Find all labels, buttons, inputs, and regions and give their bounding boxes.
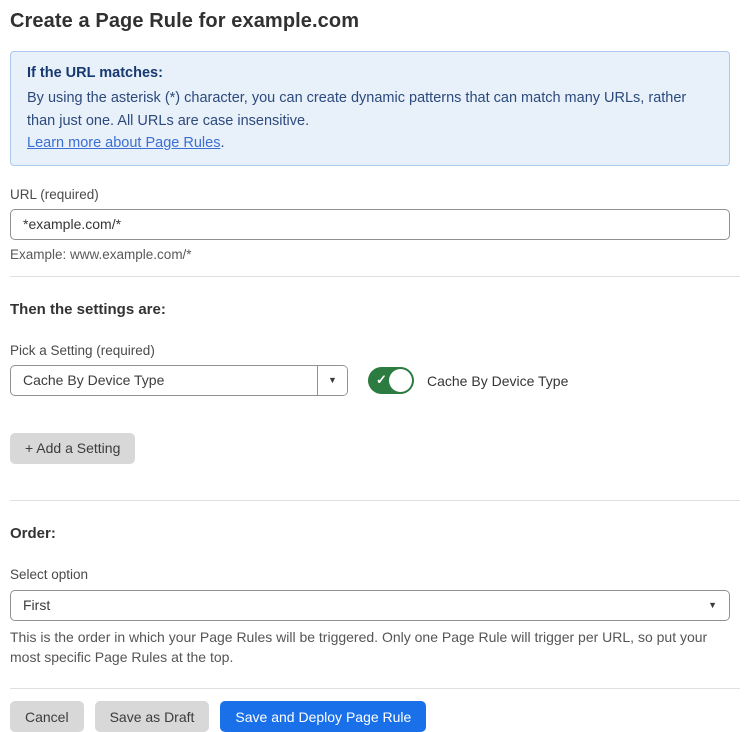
divider (10, 688, 740, 689)
learn-more-link[interactable]: Learn more about Page Rules (27, 135, 220, 151)
setting-select-arrow-button[interactable]: ▼ (317, 366, 347, 395)
page-rule-form: Create a Page Rule for example.com If th… (0, 0, 750, 732)
page-title: Create a Page Rule for example.com (10, 10, 740, 33)
setting-select[interactable]: Cache By Device Type ▼ (10, 365, 348, 396)
toggle-knob (389, 369, 412, 392)
order-select[interactable]: First ▼ (10, 590, 730, 621)
toggle-label: Cache By Device Type (427, 373, 568, 389)
add-setting-button[interactable]: + Add a Setting (10, 433, 135, 464)
info-box-body: By using the asterisk (*) character, you… (27, 87, 713, 133)
cache-by-device-toggle[interactable]: ✓ (368, 367, 414, 394)
order-section-heading: Order: (10, 525, 740, 542)
save-draft-button[interactable]: Save as Draft (95, 701, 210, 732)
setting-select-value: Cache By Device Type (11, 366, 317, 395)
check-icon: ✓ (376, 374, 387, 387)
setting-row: Cache By Device Type ▼ ✓ Cache By Device… (10, 365, 740, 396)
cancel-button[interactable]: Cancel (10, 701, 84, 732)
pick-setting-label: Pick a Setting (required) (10, 343, 740, 358)
order-select-label: Select option (10, 567, 740, 582)
info-box-heading: If the URL matches: (27, 65, 713, 81)
settings-section-heading: Then the settings are: (10, 301, 740, 318)
chevron-down-icon: ▼ (328, 375, 337, 385)
url-match-info-box: If the URL matches: By using the asteris… (10, 51, 730, 166)
chevron-down-icon: ▼ (708, 600, 729, 610)
footer-buttons: Cancel Save as Draft Save and Deploy Pag… (10, 701, 740, 732)
divider (10, 500, 740, 501)
url-input[interactable] (10, 209, 730, 240)
save-deploy-button[interactable]: Save and Deploy Page Rule (220, 701, 426, 732)
order-select-value: First (11, 597, 708, 613)
order-helper-text: This is the order in which your Page Rul… (10, 627, 734, 668)
divider (10, 276, 740, 277)
url-example-helper: Example: www.example.com/* (10, 247, 740, 262)
url-field-label: URL (required) (10, 187, 740, 202)
link-period: . (220, 135, 224, 151)
info-link-row: Learn more about Page Rules. (27, 135, 713, 151)
